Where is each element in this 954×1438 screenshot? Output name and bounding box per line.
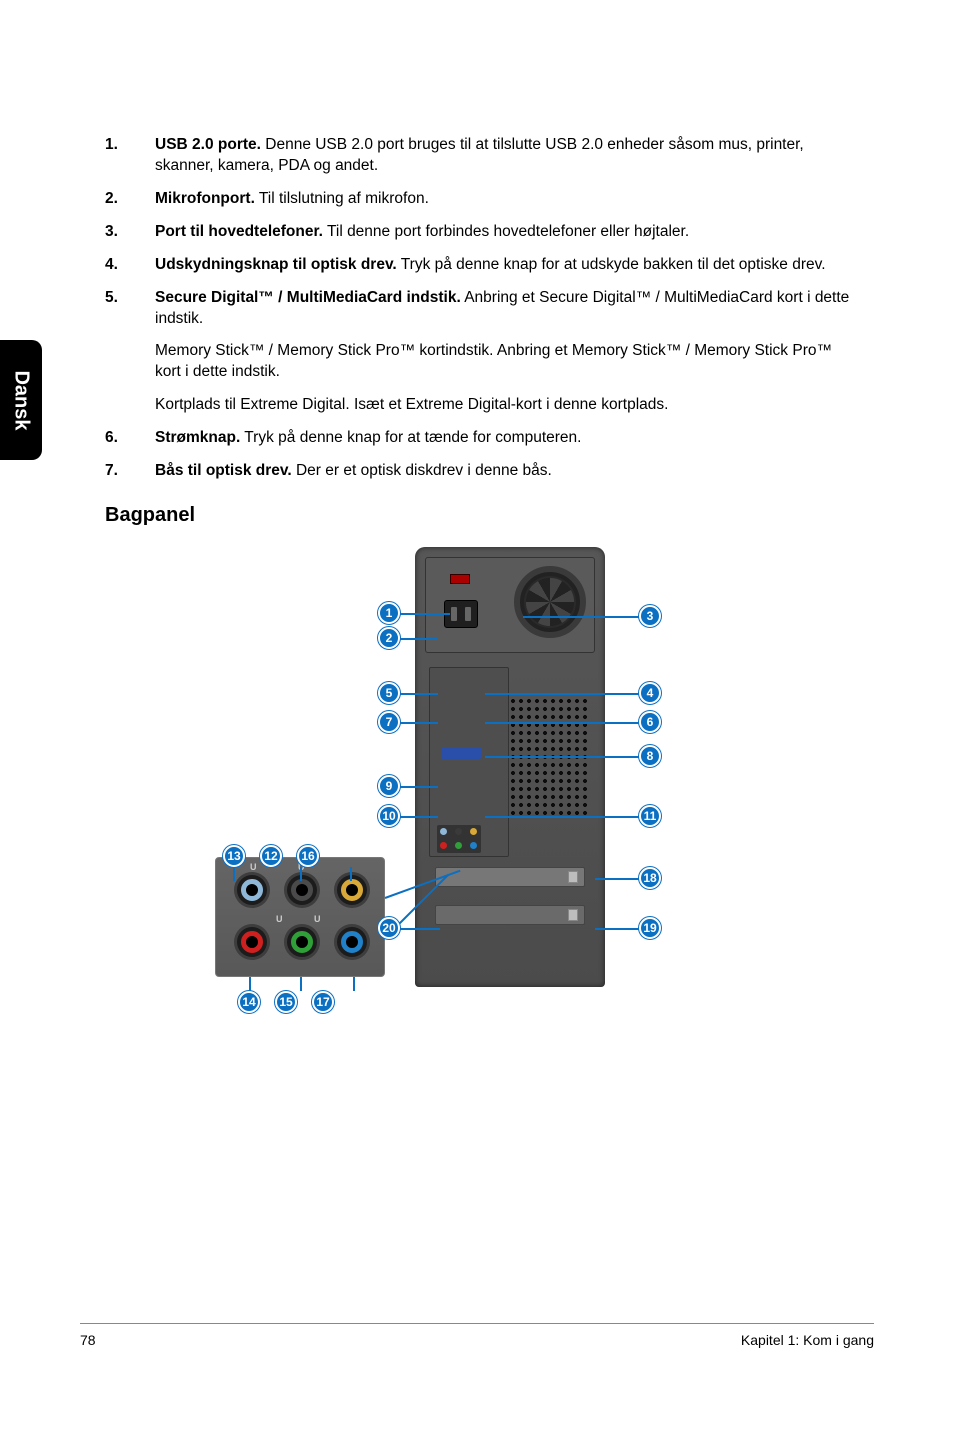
leader bbox=[485, 693, 639, 695]
rear-panel-diagram: U U U U 1 2 5 7 9 10 20 3 4 6 bbox=[105, 547, 855, 1067]
callout-6: 6 bbox=[639, 711, 661, 733]
psu bbox=[425, 557, 595, 653]
leader bbox=[400, 638, 438, 640]
callout-1: 1 bbox=[378, 602, 400, 624]
page-footer: 78 Kapitel 1: Kom i gang bbox=[80, 1323, 874, 1348]
callout-4: 4 bbox=[639, 682, 661, 704]
list-number: 1. bbox=[105, 135, 155, 177]
language-tab: Dansk bbox=[0, 340, 42, 460]
expansion-card-2 bbox=[435, 905, 585, 925]
list-number: 4. bbox=[105, 255, 155, 276]
sub-paragraph: Kortplads til Extreme Digital. Isæt et E… bbox=[155, 395, 855, 416]
list-number: 6. bbox=[105, 428, 155, 449]
voltage-switch bbox=[450, 574, 470, 584]
chapter-label: Kapitel 1: Kom i gang bbox=[741, 1332, 874, 1348]
leader bbox=[485, 722, 639, 724]
leader bbox=[400, 613, 450, 615]
audio-jack-lineout bbox=[284, 924, 320, 960]
audio-jack-csub bbox=[334, 872, 370, 908]
list-item: 1. USB 2.0 porte. Denne USB 2.0 port bru… bbox=[105, 135, 855, 177]
callout-3: 3 bbox=[639, 605, 661, 627]
callout-9: 9 bbox=[378, 775, 400, 797]
vga-port bbox=[441, 747, 481, 759]
audio-jack-rear bbox=[284, 872, 320, 908]
leader bbox=[485, 756, 639, 758]
callout-7: 7 bbox=[378, 711, 400, 733]
audio-block bbox=[437, 825, 481, 853]
list-item: 4. Udskydningsknap til optisk drev. Tryk… bbox=[105, 255, 855, 276]
callout-20: 20 bbox=[378, 917, 400, 939]
list-number: 7. bbox=[105, 461, 155, 482]
list-number: 2. bbox=[105, 189, 155, 210]
page-number: 78 bbox=[80, 1332, 96, 1348]
leader bbox=[400, 816, 438, 818]
leader bbox=[485, 816, 639, 818]
list-body: Secure Digital™ / MultiMediaCard indstik… bbox=[155, 288, 855, 330]
list-item: 5. Secure Digital™ / MultiMediaCard inds… bbox=[105, 288, 855, 330]
callout-18: 18 bbox=[639, 867, 661, 889]
callout-2: 2 bbox=[378, 627, 400, 649]
leader bbox=[353, 977, 355, 991]
leader bbox=[249, 977, 251, 991]
list-body: Strømknap. Tryk på denne knap for at tæn… bbox=[155, 428, 855, 449]
list-body: Port til hovedtelefoner. Til denne port … bbox=[155, 222, 855, 243]
audio-jack-linein bbox=[334, 924, 370, 960]
list-item: 7. Bås til optisk drev. Der er et optisk… bbox=[105, 461, 855, 482]
callout-13: 13 bbox=[223, 845, 245, 867]
list-body: Bås til optisk drev. Der er et optisk di… bbox=[155, 461, 855, 482]
leader bbox=[350, 867, 352, 881]
callout-10: 10 bbox=[378, 805, 400, 827]
callout-8: 8 bbox=[639, 745, 661, 767]
audio-jack-side bbox=[234, 872, 270, 908]
list-body: Mikrofonport. Til tilslutning af mikrofo… bbox=[155, 189, 855, 210]
callout-19: 19 bbox=[639, 917, 661, 939]
psu-fan bbox=[514, 566, 586, 638]
list-item: 2. Mikrofonport. Til tilslutning af mikr… bbox=[105, 189, 855, 210]
callout-16: 16 bbox=[297, 845, 319, 867]
section-title: Bagpanel bbox=[105, 504, 855, 527]
leader bbox=[595, 928, 639, 930]
leader bbox=[300, 867, 302, 881]
list-number: 5. bbox=[105, 288, 155, 330]
leader bbox=[400, 928, 440, 930]
audio-jack-mic bbox=[234, 924, 270, 960]
leader bbox=[595, 878, 639, 880]
list-item: 6. Strømknap. Tryk på denne knap for at … bbox=[105, 428, 855, 449]
callout-15: 15 bbox=[275, 991, 297, 1013]
callout-5: 5 bbox=[378, 682, 400, 704]
callout-12: 12 bbox=[260, 845, 282, 867]
leader bbox=[300, 977, 302, 991]
callout-14: 14 bbox=[238, 991, 260, 1013]
language-tab-label: Dansk bbox=[10, 370, 33, 430]
list-number: 3. bbox=[105, 222, 155, 243]
list-body: USB 2.0 porte. Denne USB 2.0 port bruges… bbox=[155, 135, 855, 177]
callout-17: 17 bbox=[312, 991, 334, 1013]
callout-11: 11 bbox=[639, 805, 661, 827]
sub-paragraph: Memory Stick™ / Memory Stick Pro™ kortin… bbox=[155, 341, 855, 383]
list-item: 3. Port til hovedtelefoner. Til denne po… bbox=[105, 222, 855, 243]
list-body: Udskydningsknap til optisk drev. Tryk på… bbox=[155, 255, 855, 276]
leader bbox=[400, 693, 438, 695]
leader bbox=[400, 722, 438, 724]
page-content: 1. USB 2.0 porte. Denne USB 2.0 port bru… bbox=[105, 135, 855, 1067]
leader bbox=[400, 786, 438, 788]
leader bbox=[233, 867, 235, 881]
leader bbox=[523, 616, 639, 618]
